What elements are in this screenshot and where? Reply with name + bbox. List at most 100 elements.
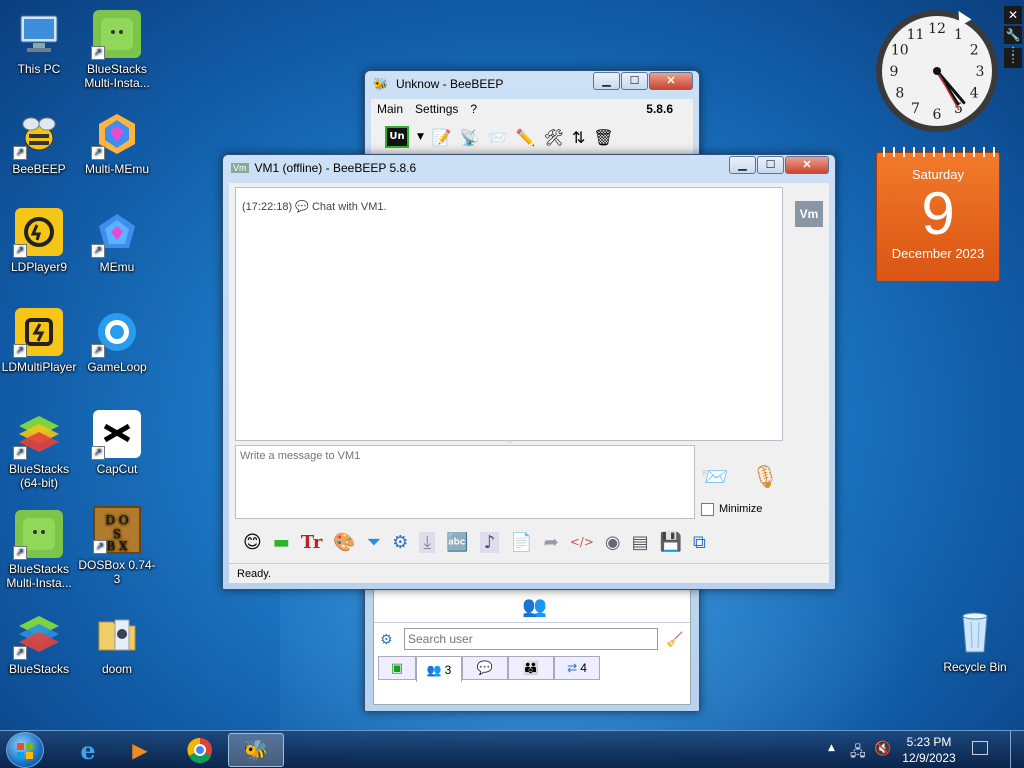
edit-profile-icon[interactable]: 📝 [432,128,452,147]
chat-window[interactable]: Vm VM1 (offline) - BeeBEEP 5.8.6 ▁ ☐ ✕ (… [222,154,836,590]
desktop-icon-dosbox[interactable]: D OSB X ↗ DOSBox 0.74-3 [78,506,156,586]
close-button[interactable]: ✕ [785,156,829,174]
media-player-icon[interactable]: ▶ [114,733,166,767]
history-icon[interactable]: ▤ [632,532,649,553]
internet-explorer-icon[interactable]: e [62,733,114,767]
note-icon[interactable]: ✏️ [516,128,536,147]
screenshot-icon[interactable]: ◉ [605,532,621,553]
send-button[interactable]: 📨 [701,465,728,490]
calendar-month-year: December 2023 [891,246,985,261]
users-tab-icon: 👥 [426,662,442,677]
main-window-titlebar[interactable]: 🐝 Unknow - BeeBEEP ▁ ☐ ✕ [365,71,699,97]
tab-users[interactable]: 👥 3 [416,656,462,682]
desktop-icon-label: BlueStacks [8,662,70,676]
tab-chats[interactable]: 💬 [462,656,508,680]
message-time: (17:22:18) [242,201,293,213]
clock-number: 1 [954,27,963,43]
desktop-icon-ldplayer9[interactable]: ↗ LDPlayer9 [0,208,78,274]
status-selector[interactable]: Un [385,126,409,148]
taskbar-clock[interactable]: 5:23 PM 12/9/2023 [898,734,960,766]
desktop-icon-multi-memu[interactable]: ↗ Multi-MEmu [78,110,156,176]
maximize-button[interactable]: ☐ [757,156,784,174]
desktop-icon-gameloop[interactable]: ↗ GameLoop [78,308,156,374]
spellcheck-icon[interactable]: 🔤 [446,532,468,553]
chevron-down-icon[interactable]: ▼ [417,132,424,142]
send-file-icon[interactable]: ➦ [544,532,559,553]
detach-icon[interactable]: ⧉ [693,532,706,553]
desktop-icon-beebeep[interactable]: ↗ BeeBEEP [0,110,78,176]
volume-muted-icon[interactable]: 🔇 [874,741,891,757]
gameloop-icon: ↗ [91,308,141,358]
clock-number: 7 [911,101,920,117]
shortcut-arrow-icon: ↗ [13,446,27,460]
search-user-input[interactable] [404,628,658,650]
clock-number: 9 [890,64,899,80]
network-icon[interactable]: 📡 [460,128,480,147]
network-status-icon[interactable]: 🖧 [850,741,866,765]
tools-icon[interactable]: 🛠 [544,128,564,147]
clear-search-icon[interactable]: 🧹 [666,632,683,648]
compact-icon[interactable]: ⤓ [419,531,436,553]
color-icon[interactable]: 🎨 [333,532,355,553]
html-icon[interactable]: </> [570,535,594,549]
gadget-close-button[interactable]: ✕ [1004,6,1022,24]
close-button[interactable]: ✕ [649,72,693,90]
tab-status[interactable]: ▣ [378,656,416,680]
maximize-button[interactable]: ☐ [621,72,648,90]
minimize-checkbox[interactable] [701,503,714,516]
show-hidden-icons[interactable]: ▲ [828,743,835,753]
users-icon: 👥 [522,594,547,618]
font-icon[interactable]: Tr [301,532,323,553]
shortcut-arrow-icon: ↗ [13,244,27,258]
desktop-icon-memu[interactable]: ↗ MEmu [78,208,156,274]
clear-icon[interactable]: 🗑 [593,128,613,147]
menu-main[interactable]: Main [377,102,403,116]
windows-logo-icon [17,743,33,759]
broadcast-icon[interactable]: 📨 [488,128,508,147]
desktop-icon-doom[interactable]: doom [78,610,156,676]
desktop-icon-bluestacks-64[interactable]: ↗ BlueStacks (64-bit) [0,410,78,490]
wrench-icon[interactable]: 🔧 [1004,26,1022,44]
chrome-icon[interactable] [174,733,226,767]
emoji-icon[interactable]: 😊 [243,532,262,553]
desktop-icon-label: MEmu [99,260,135,274]
tab-groups[interactable]: 👪 [508,656,554,680]
action-center-icon[interactable] [972,741,988,755]
svg-text:B X: B X [106,539,128,552]
beebeep-taskbar-button[interactable]: 🐝 [228,733,284,767]
member-panel: Vm [789,183,829,519]
transfer-icon[interactable]: ⇅ [572,128,585,147]
tab-shares[interactable]: ⇄ 4 [554,656,600,680]
shortcut-arrow-icon: ↗ [13,146,27,160]
desktop-icon-capcut[interactable]: ↗ CapCut [78,410,156,476]
menu-help[interactable]: ? [470,102,477,116]
desktop-icon-recycle-bin[interactable]: Recycle Bin [936,608,1014,674]
start-button[interactable] [6,732,44,768]
avatar[interactable]: Vm [795,201,823,227]
minimize-button[interactable]: ▁ [593,72,620,90]
desktop-icon-label: BlueStacks Multi-Insta... [84,62,150,90]
save-chat-icon[interactable]: 💾 [660,532,682,553]
file-icon[interactable]: 📄 [510,532,532,553]
minimize-button[interactable]: ▁ [729,156,756,174]
microphone-icon[interactable]: 🎙 [751,465,779,490]
desktop-icon-ldmultiplayer[interactable]: ↗ LDMultiPlayer [0,308,78,374]
sound-icon[interactable]: ♪ [479,531,500,553]
settings-gear-icon[interactable]: ⚙ [380,632,393,648]
clock-face: 121234567891011 [876,10,998,132]
chat-window-titlebar[interactable]: Vm VM1 (offline) - BeeBEEP 5.8.6 ▁ ☐ ✕ [223,155,835,181]
show-desktop-button[interactable] [1010,731,1024,768]
desktop-icon-label: doom [101,662,133,676]
version-label: 5.8.6 [646,102,673,116]
desktop-icon-this-pc[interactable]: This PC [0,10,78,76]
menu-settings[interactable]: Settings [415,102,458,116]
desktop-icon-bluestacks-multi-2[interactable]: ↗ BlueStacks Multi-Insta... [0,510,78,590]
desktop-icon-bluestacks-multi[interactable]: ↗ BlueStacks Multi-Insta... [78,10,156,90]
settings-icon[interactable]: ⚙ [392,532,408,553]
gadget-drag-handle[interactable]: ⋮ ⋮ [1004,47,1022,68]
desktop-icon-bluestacks[interactable]: ↗ BlueStacks [0,610,78,676]
chat-history[interactable]: (17:22:18) 💬 Chat with VM1. [235,187,783,441]
filter-icon[interactable]: ⏷ [367,532,381,553]
emoji-tab-icon[interactable]: ▬ [273,532,290,553]
message-input[interactable] [235,445,695,519]
